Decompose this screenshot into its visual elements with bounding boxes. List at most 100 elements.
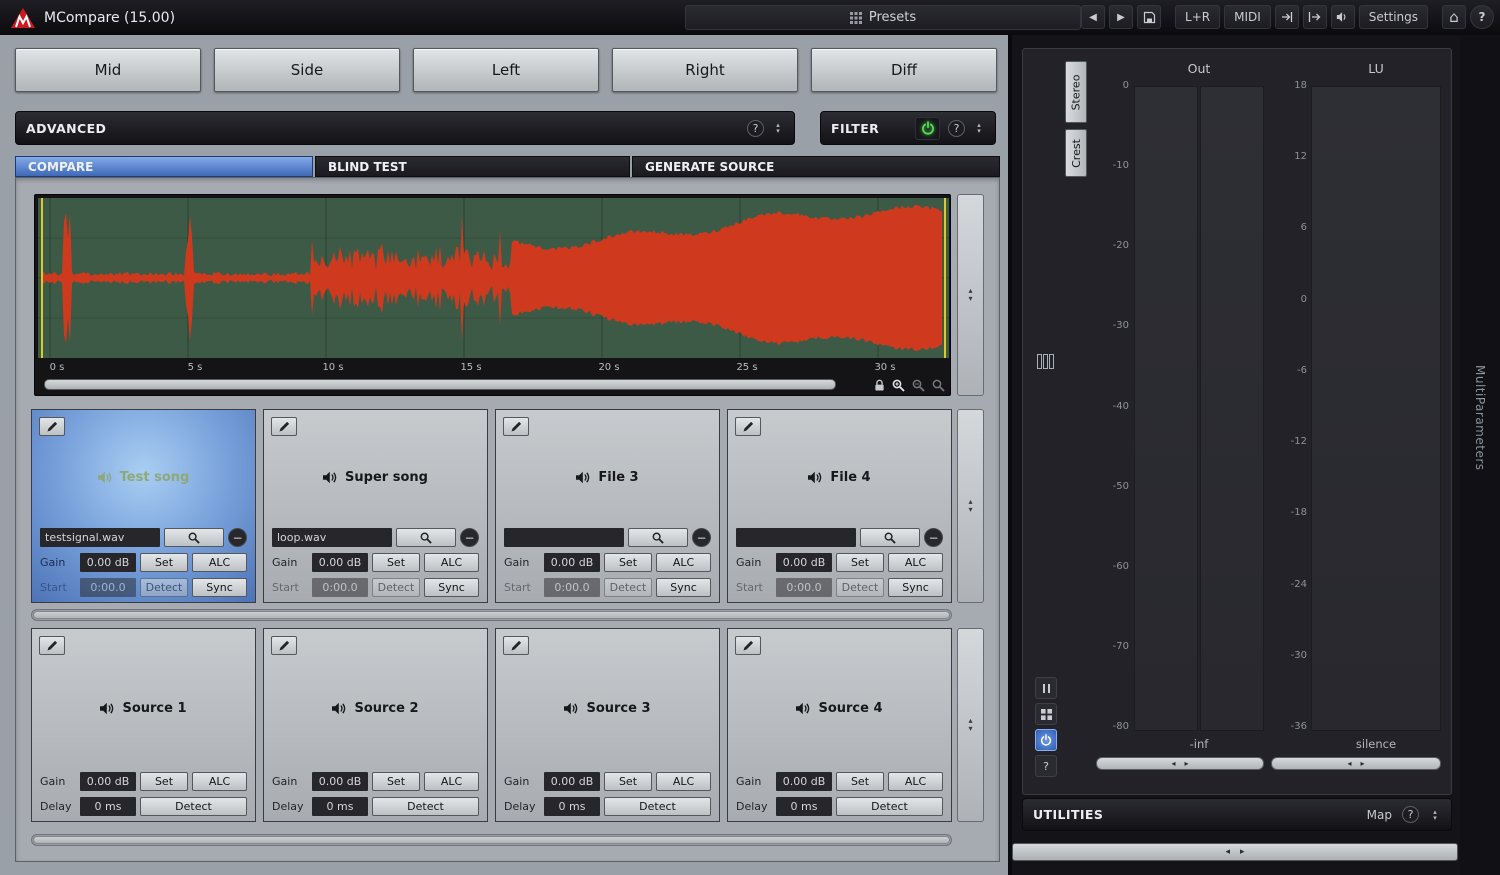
rename-button[interactable] bbox=[271, 417, 297, 436]
file-slots-expander[interactable] bbox=[957, 409, 984, 603]
remove-file-button[interactable] bbox=[460, 528, 479, 547]
rename-button[interactable] bbox=[39, 417, 65, 436]
gain-value[interactable]: 0.00 dB bbox=[544, 772, 600, 791]
source-slot-3[interactable]: Source 3 Gain 0.00 dB Set ALC Delay 0 ms… bbox=[495, 628, 720, 822]
browse-button[interactable] bbox=[164, 528, 224, 547]
rename-button[interactable] bbox=[735, 636, 761, 655]
channel-button-left[interactable]: Left bbox=[413, 48, 599, 92]
sync-button[interactable]: Sync bbox=[424, 578, 479, 597]
zoom-in-icon[interactable] bbox=[892, 379, 905, 392]
delay-value[interactable]: 0 ms bbox=[776, 797, 832, 816]
save-preset-button[interactable] bbox=[1137, 5, 1161, 29]
detect-button[interactable]: Detect bbox=[372, 797, 479, 816]
remove-file-button[interactable] bbox=[692, 528, 711, 547]
rename-button[interactable] bbox=[39, 636, 65, 655]
utilities-bar[interactable]: UTILITIES Map bbox=[1022, 798, 1452, 831]
utilities-collapse-button[interactable] bbox=[1429, 809, 1441, 821]
gain-value[interactable]: 0.00 dB bbox=[80, 553, 136, 572]
lu-meter-scrollbar[interactable] bbox=[1271, 757, 1441, 770]
tab-compare[interactable]: COMPARE bbox=[15, 156, 313, 177]
gain-value[interactable]: 0.00 dB bbox=[776, 772, 832, 791]
rename-button[interactable] bbox=[503, 417, 529, 436]
advanced-help-button[interactable] bbox=[747, 120, 764, 137]
channel-button-diff[interactable]: Diff bbox=[811, 48, 997, 92]
alc-button[interactable]: ALC bbox=[888, 553, 943, 572]
tab-generate-source[interactable]: GENERATE SOURCE bbox=[632, 156, 1000, 177]
alc-button[interactable]: ALC bbox=[192, 553, 247, 572]
gain-value[interactable]: 0.00 dB bbox=[312, 772, 368, 791]
scroll-thumb[interactable] bbox=[33, 611, 950, 619]
delay-value[interactable]: 0 ms bbox=[312, 797, 368, 816]
delay-value[interactable]: 0 ms bbox=[80, 797, 136, 816]
tab-blind-test[interactable]: BLIND TEST bbox=[315, 156, 630, 177]
file-slot-2[interactable]: Super song loop.wav Gain 0.00 dB Set ALC bbox=[263, 409, 488, 603]
export-settings-button[interactable] bbox=[1303, 5, 1327, 29]
filter-collapse-button[interactable] bbox=[973, 122, 985, 134]
out-meter-scrollbar[interactable] bbox=[1096, 757, 1264, 770]
meter-bars-icon[interactable] bbox=[1037, 354, 1055, 369]
source-slot-4[interactable]: Source 4 Gain 0.00 dB Set ALC Delay 0 ms… bbox=[727, 628, 952, 822]
alc-button[interactable]: ALC bbox=[888, 772, 943, 791]
rename-button[interactable] bbox=[271, 636, 297, 655]
browse-button[interactable] bbox=[628, 528, 688, 547]
set-button[interactable]: Set bbox=[140, 772, 188, 791]
set-button[interactable]: Set bbox=[604, 553, 652, 572]
filter-power-button[interactable] bbox=[915, 117, 940, 140]
set-button[interactable]: Set bbox=[372, 553, 420, 572]
popup-window-button[interactable] bbox=[1035, 703, 1057, 725]
start-value[interactable]: 0:00.0 bbox=[312, 578, 368, 597]
map-button[interactable]: Map bbox=[1367, 808, 1392, 822]
filter-bar[interactable]: FILTER bbox=[820, 111, 996, 145]
detect-button[interactable]: Detect bbox=[836, 578, 884, 597]
remove-file-button[interactable] bbox=[228, 528, 247, 547]
presets-button[interactable]: Presets bbox=[685, 5, 1081, 30]
start-value[interactable]: 0:00.0 bbox=[776, 578, 832, 597]
start-value[interactable]: 0:00.0 bbox=[80, 578, 136, 597]
home-button[interactable] bbox=[1442, 5, 1466, 29]
filename-field[interactable]: loop.wav bbox=[272, 528, 392, 547]
detect-button[interactable]: Detect bbox=[604, 578, 652, 597]
gain-value[interactable]: 0.00 dB bbox=[544, 553, 600, 572]
waveform-canvas[interactable] bbox=[38, 198, 949, 358]
start-value[interactable]: 0:00.0 bbox=[544, 578, 600, 597]
channel-button-side[interactable]: Side bbox=[214, 48, 400, 92]
gain-value[interactable]: 0.00 dB bbox=[776, 553, 832, 572]
alc-button[interactable]: ALC bbox=[424, 553, 479, 572]
set-button[interactable]: Set bbox=[604, 772, 652, 791]
volume-button[interactable] bbox=[1331, 5, 1355, 29]
source-slot-2[interactable]: Source 2 Gain 0.00 dB Set ALC Delay 0 ms… bbox=[263, 628, 488, 822]
rename-button[interactable] bbox=[503, 636, 529, 655]
filter-help-button[interactable] bbox=[948, 120, 965, 137]
source-slots-expander[interactable] bbox=[957, 628, 984, 822]
alc-button[interactable]: ALC bbox=[656, 772, 711, 791]
browse-button[interactable] bbox=[860, 528, 920, 547]
next-preset-button[interactable] bbox=[1109, 5, 1133, 29]
multiparameters-panel[interactable]: MultiParameters bbox=[1460, 35, 1500, 875]
detect-button[interactable]: Detect bbox=[140, 578, 188, 597]
meter-help-button[interactable] bbox=[1035, 755, 1057, 777]
alc-button[interactable]: ALC bbox=[424, 772, 479, 791]
channel-button-right[interactable]: Right bbox=[612, 48, 798, 92]
channel-mode-button[interactable]: L+R bbox=[1175, 5, 1220, 29]
waveform-scroll-thumb[interactable] bbox=[44, 379, 836, 390]
advanced-bar[interactable]: ADVANCED bbox=[15, 111, 795, 145]
file-slot-1[interactable]: Test song testsignal.wav Gain 0.00 dB Se… bbox=[31, 409, 256, 603]
detect-button[interactable]: Detect bbox=[836, 797, 943, 816]
utilities-help-button[interactable] bbox=[1402, 806, 1419, 823]
source-slot-1[interactable]: Source 1 Gain 0.00 dB Set ALC Delay 0 ms… bbox=[31, 628, 256, 822]
file-slot-3[interactable]: File 3 Gain 0.00 dB Set ALC Start bbox=[495, 409, 720, 603]
waveform-expander[interactable] bbox=[957, 194, 984, 396]
gain-value[interactable]: 0.00 dB bbox=[312, 553, 368, 572]
source-slots-scrollbar[interactable] bbox=[31, 834, 952, 846]
help-button[interactable] bbox=[1470, 5, 1494, 29]
filename-field[interactable] bbox=[504, 528, 624, 547]
remove-file-button[interactable] bbox=[924, 528, 943, 547]
set-button[interactable]: Set bbox=[836, 772, 884, 791]
filename-field[interactable]: testsignal.wav bbox=[40, 528, 160, 547]
delay-value[interactable]: 0 ms bbox=[544, 797, 600, 816]
previous-preset-button[interactable] bbox=[1081, 5, 1105, 29]
settings-button[interactable]: Settings bbox=[1359, 5, 1428, 29]
browse-button[interactable] bbox=[396, 528, 456, 547]
meter-power-button[interactable] bbox=[1035, 729, 1057, 751]
scroll-thumb[interactable] bbox=[33, 836, 950, 844]
